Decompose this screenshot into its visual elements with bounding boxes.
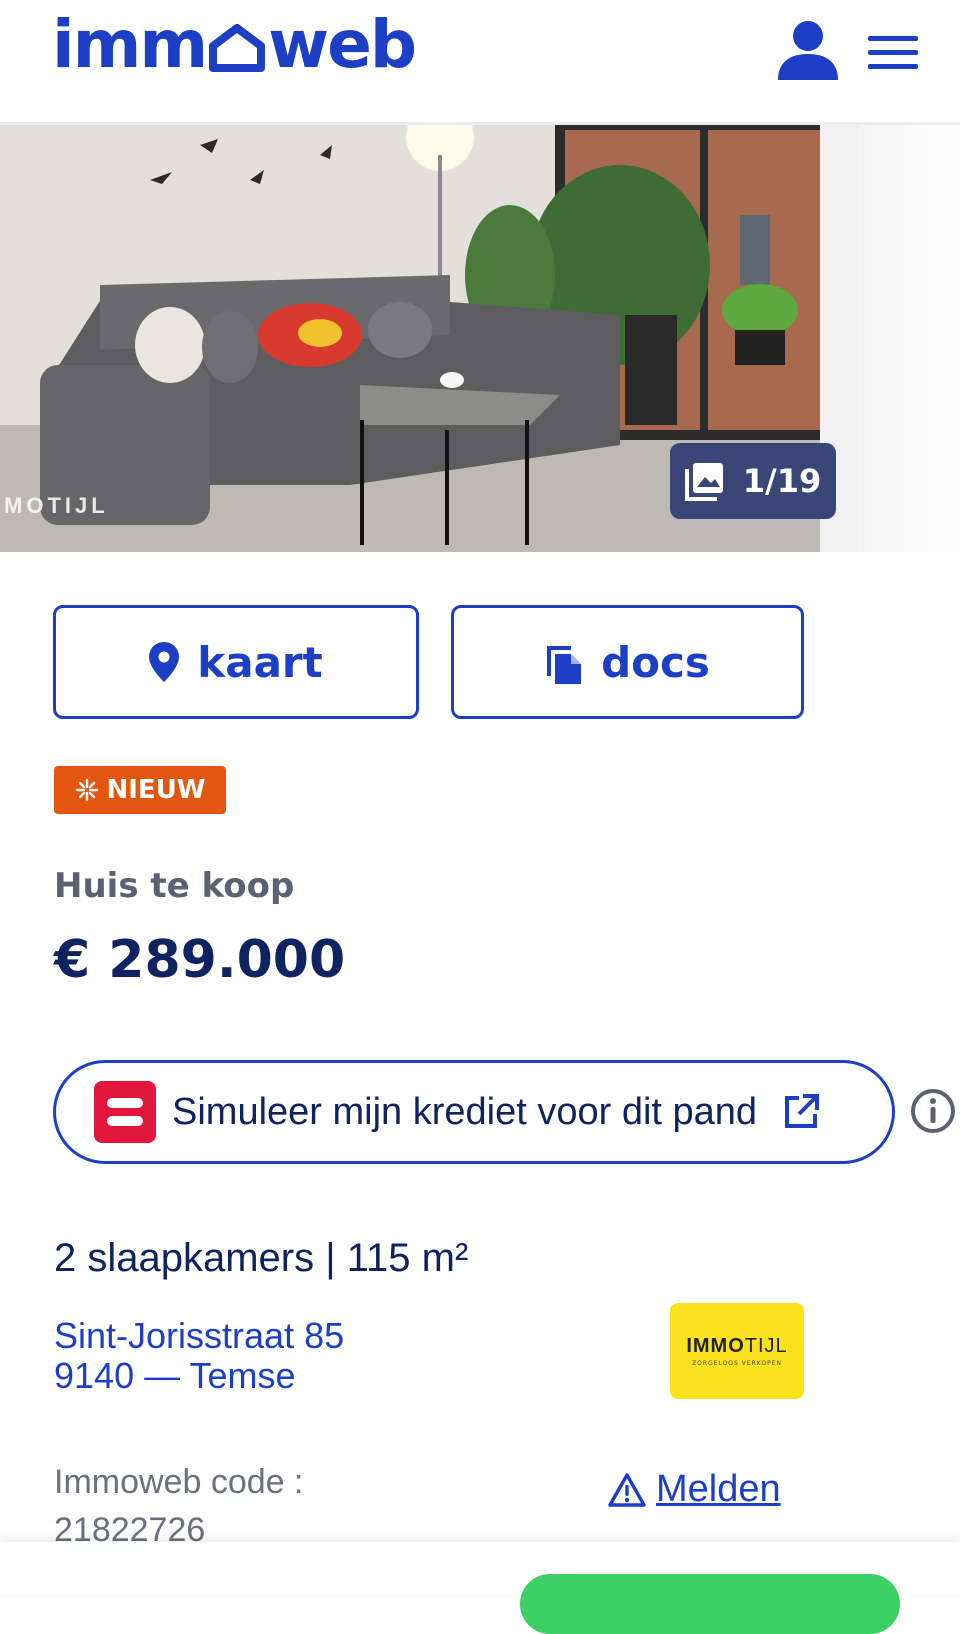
- property-price: € 289.000: [54, 930, 346, 990]
- address-city: 9140 — Temse: [54, 1355, 296, 1396]
- top-header: imm web: [0, 0, 960, 125]
- documents-icon: [547, 646, 582, 684]
- contact-button[interactable]: [520, 1574, 900, 1634]
- hamburger-menu-icon[interactable]: [868, 34, 918, 72]
- logo-text-left: imm: [52, 6, 208, 83]
- agency-watermark: MOTIJL: [4, 493, 109, 518]
- gallery-icon: [684, 463, 723, 501]
- agency-tagline: ZORGELOOS VERKOPEN: [691, 1360, 783, 1367]
- report-link-label: Melden: [656, 1468, 781, 1510]
- immoweb-code: Immoweb code : 21822726: [54, 1458, 303, 1554]
- new-badge-label: NIEUW: [106, 775, 206, 805]
- report-link[interactable]: Melden: [608, 1468, 781, 1511]
- info-icon[interactable]: [910, 1088, 956, 1134]
- docs-button-label: docs: [601, 637, 710, 687]
- docs-button[interactable]: docs: [451, 605, 804, 719]
- agency-logo[interactable]: IMMOTIJL ZORGELOOS VERKOPEN: [670, 1303, 804, 1399]
- listing-photo[interactable]: MOTIJL 1/19: [0, 125, 858, 552]
- user-account-icon[interactable]: [776, 18, 840, 82]
- property-address[interactable]: Sint-Jorisstraat 85 9140 — Temse: [54, 1316, 344, 1396]
- address-street: Sint-Jorisstraat 85: [54, 1315, 345, 1356]
- agency-name-bold: IMMO: [686, 1335, 745, 1357]
- logo-house-icon: [209, 24, 266, 72]
- credit-simulator-button[interactable]: Simuleer mijn krediet voor dit pand: [53, 1060, 895, 1164]
- new-listing-badge: NIEUW: [54, 766, 226, 814]
- code-label: Immoweb code :: [54, 1463, 304, 1501]
- next-photo-peek: [858, 125, 960, 552]
- map-button[interactable]: kaart: [53, 605, 419, 719]
- logo-text-right: web: [268, 6, 417, 83]
- agency-name: IMMOTIJL: [686, 1335, 787, 1358]
- photo-counter: 1/19: [742, 462, 822, 500]
- warning-icon: [608, 1472, 646, 1507]
- property-specs: 2 slaapkamers | 115 m²: [54, 1236, 469, 1280]
- sparkle-icon: [75, 778, 98, 802]
- map-button-label: kaart: [197, 637, 323, 687]
- photo-counter-button[interactable]: 1/19: [670, 443, 836, 519]
- immoweb-logo[interactable]: imm web: [52, 6, 417, 83]
- property-type: Huis te koop: [54, 866, 295, 906]
- bank-logo-icon: [94, 1081, 156, 1143]
- location-pin-icon: [149, 642, 180, 682]
- agency-name-thin: TIJL: [744, 1335, 788, 1357]
- external-link-icon: [785, 1094, 820, 1128]
- credit-simulator-label: Simuleer mijn krediet voor dit pand: [172, 1090, 758, 1133]
